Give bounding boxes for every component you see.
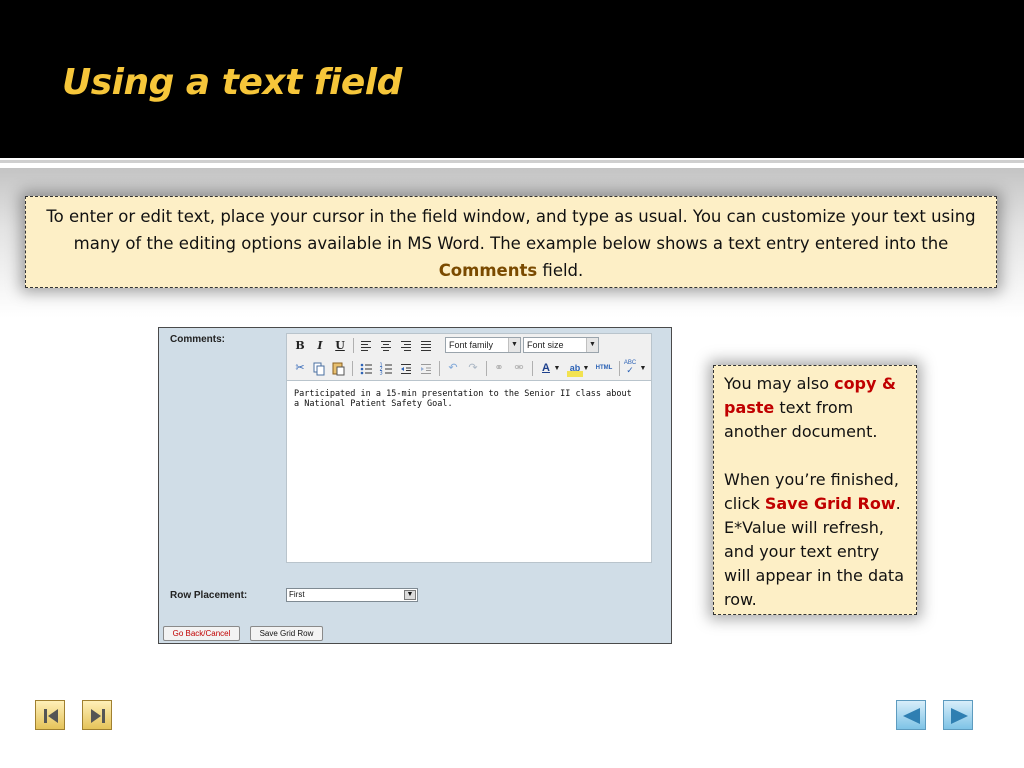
align-center-icon[interactable] bbox=[378, 337, 394, 354]
toolbar-separator bbox=[619, 361, 620, 376]
redo-icon[interactable]: ↷ bbox=[465, 360, 481, 377]
chevron-down-icon: ▼ bbox=[586, 338, 598, 352]
bullet-list-icon[interactable] bbox=[358, 360, 374, 377]
align-right-icon[interactable] bbox=[398, 337, 414, 354]
save-grid-row-button[interactable]: Save Grid Row bbox=[250, 626, 323, 641]
copy-icon[interactable] bbox=[311, 360, 327, 377]
go-back-cancel-button[interactable]: Go Back/Cancel bbox=[163, 626, 240, 641]
font-family-value: Font family bbox=[449, 340, 494, 350]
cut-icon[interactable]: ✂ bbox=[292, 360, 308, 377]
bold-button[interactable]: B bbox=[292, 337, 308, 354]
align-left-icon[interactable] bbox=[358, 337, 374, 354]
intro-callout: To enter or edit text, place your cursor… bbox=[25, 196, 997, 288]
text-color-icon[interactable]: A bbox=[538, 360, 554, 377]
chevron-down-icon[interactable]: ▼ bbox=[553, 360, 561, 377]
toolbar-separator bbox=[439, 361, 440, 376]
side-note-highlight: Save Grid Row bbox=[764, 494, 896, 513]
header-divider bbox=[0, 160, 1024, 163]
side-note-callout: You may also copy & paste text from anot… bbox=[713, 365, 917, 615]
side-note-paragraph-2: When you’re finished, click Save Grid Ro… bbox=[724, 468, 906, 612]
intro-highlight: Comments bbox=[438, 261, 538, 280]
side-note-text: You may also bbox=[724, 374, 835, 393]
unlink-icon[interactable]: ⚮ bbox=[511, 360, 527, 377]
intro-text: To enter or edit text, place your cursor… bbox=[46, 207, 976, 253]
indent-icon[interactable] bbox=[418, 360, 434, 377]
row-placement-value: First bbox=[289, 590, 305, 599]
font-size-value: Font size bbox=[527, 340, 564, 350]
chevron-down-icon: ▼ bbox=[404, 590, 416, 600]
align-justify-icon[interactable] bbox=[418, 337, 434, 354]
outdent-icon[interactable] bbox=[398, 360, 414, 377]
first-slide-icon[interactable] bbox=[35, 700, 65, 730]
toolbar-separator bbox=[352, 361, 353, 376]
font-size-select[interactable]: Font size ▼ bbox=[523, 337, 599, 353]
next-slide-icon[interactable] bbox=[943, 700, 973, 730]
toolbar-separator bbox=[532, 361, 533, 376]
chevron-down-icon: ▼ bbox=[508, 338, 520, 352]
row-placement-select[interactable]: First ▼ bbox=[286, 588, 418, 602]
paste-icon[interactable] bbox=[330, 360, 346, 377]
editor-toolbar-row-2: ✂ 123 ↶ ↷ ⚭ ⚮ A ▼ ab ▼ HTML ABC ✓ ▼ bbox=[287, 357, 651, 381]
html-source-button[interactable]: HTML bbox=[593, 360, 615, 377]
highlight-color-icon[interactable]: ab bbox=[567, 360, 583, 377]
side-note-paragraph-1: You may also copy & paste text from anot… bbox=[724, 372, 906, 444]
editor-toolbar-row-1: B I U Font family ▼ Font size ▼ bbox=[287, 334, 651, 358]
slide-title: Using a text field bbox=[62, 62, 402, 103]
last-slide-icon[interactable] bbox=[82, 700, 112, 730]
comments-label: Comments: bbox=[170, 334, 226, 345]
toolbar-separator bbox=[486, 361, 487, 376]
spellcheck-icon[interactable]: ABC ✓ bbox=[622, 360, 638, 377]
title-bar: Using a text field bbox=[0, 0, 1024, 158]
italic-button[interactable]: I bbox=[312, 337, 328, 354]
toolbar-separator bbox=[353, 338, 354, 353]
previous-slide-icon[interactable] bbox=[896, 700, 926, 730]
font-family-select[interactable]: Font family ▼ bbox=[445, 337, 521, 353]
chevron-down-icon[interactable]: ▼ bbox=[639, 360, 647, 377]
chevron-down-icon[interactable]: ▼ bbox=[582, 360, 590, 377]
underline-button[interactable]: U bbox=[332, 337, 348, 354]
editor-text[interactable]: Participated in a 15-min presentation to… bbox=[294, 389, 634, 409]
row-placement-label: Row Placement: bbox=[170, 590, 248, 601]
intro-text-end: field. bbox=[537, 261, 584, 280]
svg-text:3: 3 bbox=[380, 371, 383, 377]
numbered-list-icon[interactable]: 123 bbox=[378, 360, 394, 377]
comments-editor[interactable]: B I U Font family ▼ Font size ▼ ✂ 123 ↶ ↷ … bbox=[286, 333, 652, 563]
link-icon[interactable]: ⚭ bbox=[491, 360, 507, 377]
undo-icon[interactable]: ↶ bbox=[445, 360, 461, 377]
